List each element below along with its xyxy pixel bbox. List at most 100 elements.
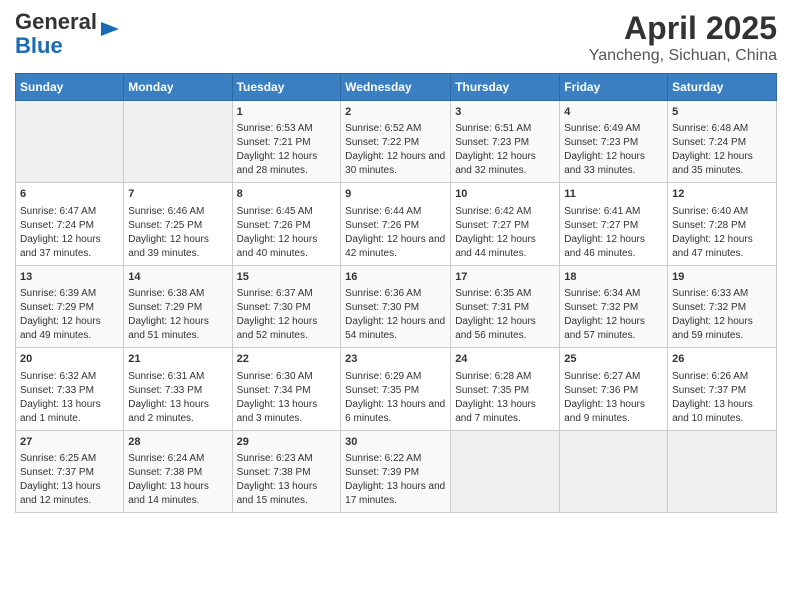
day-info: Sunset: 7:35 PM (455, 384, 555, 398)
calendar-cell: 20Sunrise: 6:32 AMSunset: 7:33 PMDayligh… (16, 348, 124, 430)
day-number: 30 (345, 435, 446, 450)
day-number: 23 (345, 352, 446, 367)
day-info: Daylight: 12 hours and 39 minutes. (128, 233, 227, 261)
calendar-week-1: 1Sunrise: 6:53 AMSunset: 7:21 PMDaylight… (16, 101, 777, 183)
day-number: 24 (455, 352, 555, 367)
day-number: 15 (237, 270, 337, 285)
day-info: Sunrise: 6:45 AM (237, 205, 337, 219)
logo: GeneralBlue (15, 10, 121, 58)
day-info: Daylight: 12 hours and 33 minutes. (564, 150, 663, 178)
day-info: Sunset: 7:21 PM (237, 136, 337, 150)
calendar-week-3: 13Sunrise: 6:39 AMSunset: 7:29 PMDayligh… (16, 265, 777, 347)
day-info: Daylight: 12 hours and 49 minutes. (20, 315, 119, 343)
calendar-cell: 8Sunrise: 6:45 AMSunset: 7:26 PMDaylight… (232, 183, 341, 265)
day-info: Sunset: 7:39 PM (345, 466, 446, 480)
calendar-cell: 16Sunrise: 6:36 AMSunset: 7:30 PMDayligh… (341, 265, 451, 347)
day-info: Sunrise: 6:53 AM (237, 122, 337, 136)
calendar-week-4: 20Sunrise: 6:32 AMSunset: 7:33 PMDayligh… (16, 348, 777, 430)
day-number: 4 (564, 105, 663, 120)
day-number: 10 (455, 187, 555, 202)
calendar-cell: 23Sunrise: 6:29 AMSunset: 7:35 PMDayligh… (341, 348, 451, 430)
day-number: 5 (672, 105, 772, 120)
day-info: Daylight: 12 hours and 56 minutes. (455, 315, 555, 343)
day-info: Daylight: 12 hours and 52 minutes. (237, 315, 337, 343)
day-info: Sunset: 7:23 PM (564, 136, 663, 150)
logo-arrow-icon (99, 18, 121, 40)
calendar-body: 1Sunrise: 6:53 AMSunset: 7:21 PMDaylight… (16, 101, 777, 513)
page-container: GeneralBlue April 2025 Yancheng, Sichuan… (0, 0, 792, 523)
day-info: Sunset: 7:24 PM (672, 136, 772, 150)
day-info: Sunrise: 6:48 AM (672, 122, 772, 136)
day-info: Daylight: 12 hours and 30 minutes. (345, 150, 446, 178)
day-info: Daylight: 12 hours and 28 minutes. (237, 150, 337, 178)
day-number: 20 (20, 352, 119, 367)
day-info: Sunrise: 6:47 AM (20, 205, 119, 219)
day-info: Sunrise: 6:40 AM (672, 205, 772, 219)
day-info: Sunrise: 6:27 AM (564, 370, 663, 384)
day-number: 16 (345, 270, 446, 285)
day-info: Sunrise: 6:49 AM (564, 122, 663, 136)
calendar-cell: 18Sunrise: 6:34 AMSunset: 7:32 PMDayligh… (560, 265, 668, 347)
day-number: 14 (128, 270, 227, 285)
calendar-cell: 2Sunrise: 6:52 AMSunset: 7:22 PMDaylight… (341, 101, 451, 183)
day-header-friday: Friday (560, 74, 668, 101)
day-info: Daylight: 13 hours and 17 minutes. (345, 480, 446, 508)
day-info: Sunset: 7:38 PM (128, 466, 227, 480)
day-info: Sunrise: 6:39 AM (20, 287, 119, 301)
logo-text: GeneralBlue (15, 10, 97, 58)
day-number: 28 (128, 435, 227, 450)
day-number: 9 (345, 187, 446, 202)
calendar-cell: 13Sunrise: 6:39 AMSunset: 7:29 PMDayligh… (16, 265, 124, 347)
calendar-cell: 1Sunrise: 6:53 AMSunset: 7:21 PMDaylight… (232, 101, 341, 183)
calendar-cell: 22 Sunrise: 6:30 AMSunset: 7:34 PMDayligh… (232, 348, 341, 430)
day-info: Sunset: 7:38 PM (237, 466, 337, 480)
calendar-header: SundayMondayTuesdayWednesdayThursdayFrid… (16, 74, 777, 101)
day-number: 7 (128, 187, 227, 202)
calendar-cell: 3Sunrise: 6:51 AMSunset: 7:23 PMDaylight… (451, 101, 560, 183)
day-info: Sunrise: 6:26 AM (672, 370, 772, 384)
day-info: Sunrise: 6:42 AM (455, 205, 555, 219)
day-number: 22 (237, 352, 337, 367)
day-info: Sunrise: 6:28 AM (455, 370, 555, 384)
day-header-wednesday: Wednesday (341, 74, 451, 101)
day-info: Sunrise: 6:31 AM (128, 370, 227, 384)
day-info: Sunset: 7:33 PM (128, 384, 227, 398)
day-header-thursday: Thursday (451, 74, 560, 101)
day-info: Sunset: 7:33 PM (20, 384, 119, 398)
day-info: Daylight: 13 hours and 2 minutes. (128, 398, 227, 426)
day-number: 26 (672, 352, 772, 367)
day-info: Daylight: 13 hours and 9 minutes. (564, 398, 663, 426)
day-info: Sunrise: 6:35 AM (455, 287, 555, 301)
day-number: 6 (20, 187, 119, 202)
day-info: Daylight: 13 hours and 7 minutes. (455, 398, 555, 426)
day-number: 19 (672, 270, 772, 285)
calendar-cell: 27Sunrise: 6:25 AMSunset: 7:37 PMDayligh… (16, 430, 124, 512)
day-info: Sunset: 7:32 PM (564, 301, 663, 315)
calendar-cell: 10Sunrise: 6:42 AMSunset: 7:27 PMDayligh… (451, 183, 560, 265)
day-info: Sunrise: 6:24 AM (128, 452, 227, 466)
day-info: Sunrise: 6:34 AM (564, 287, 663, 301)
day-number: 8 (237, 187, 337, 202)
day-info: Daylight: 12 hours and 40 minutes. (237, 233, 337, 261)
day-info: Sunset: 7:30 PM (237, 301, 337, 315)
day-info: Sunset: 7:30 PM (345, 301, 446, 315)
calendar-subtitle: Yancheng, Sichuan, China (589, 47, 777, 65)
calendar-cell (16, 101, 124, 183)
day-info: Daylight: 13 hours and 3 minutes. (237, 398, 337, 426)
day-header-tuesday: Tuesday (232, 74, 341, 101)
day-number: 27 (20, 435, 119, 450)
day-number: 11 (564, 187, 663, 202)
day-info: Sunset: 7:34 PM (237, 384, 337, 398)
day-number: 25 (564, 352, 663, 367)
day-info: Sunset: 7:29 PM (20, 301, 119, 315)
calendar-cell: 17Sunrise: 6:35 AMSunset: 7:31 PMDayligh… (451, 265, 560, 347)
day-info: Sunset: 7:22 PM (345, 136, 446, 150)
day-info: Sunrise: 6:51 AM (455, 122, 555, 136)
day-info: Sunrise: 6:36 AM (345, 287, 446, 301)
calendar-cell: 12Sunrise: 6:40 AMSunset: 7:28 PMDayligh… (668, 183, 777, 265)
day-info: Daylight: 12 hours and 35 minutes. (672, 150, 772, 178)
day-header-sunday: Sunday (16, 74, 124, 101)
calendar-cell: 26Sunrise: 6:26 AMSunset: 7:37 PMDayligh… (668, 348, 777, 430)
day-info: Sunrise: 6:30 AM (237, 370, 337, 384)
day-info: Sunset: 7:28 PM (672, 219, 772, 233)
